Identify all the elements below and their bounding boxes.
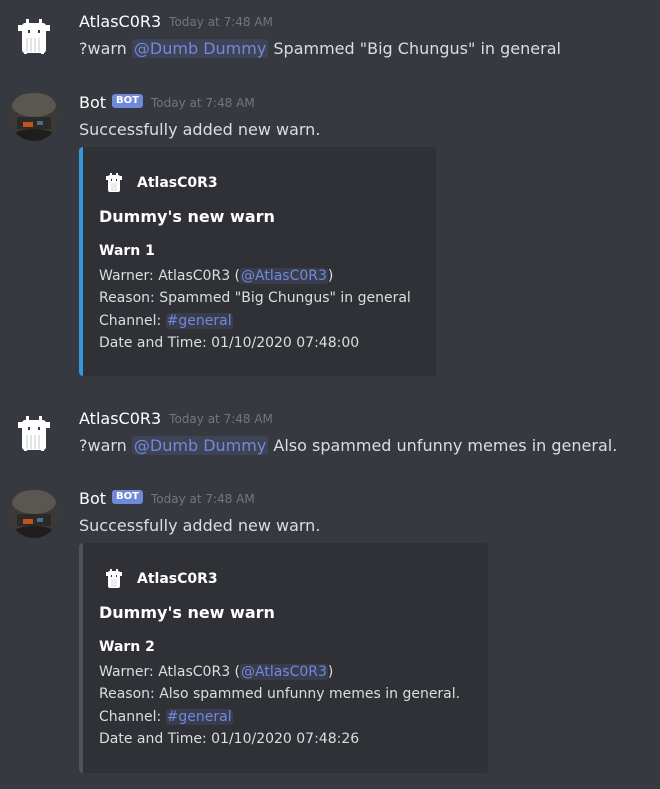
message-text: Successfully added new warn.	[79, 120, 321, 139]
timestamp: Today at 7:48 AM	[169, 411, 273, 426]
embed-title: Dummy's new warn	[99, 207, 275, 226]
channel-line: Channel: #general	[99, 310, 411, 332]
warner-close: )	[327, 664, 334, 680]
message-header: Bot BOT Today at 7:48 AM	[79, 488, 255, 510]
warner-mention[interactable]: @AtlasC0R3	[240, 268, 328, 284]
timestamp: Today at 7:48 AM	[169, 14, 273, 29]
channel-label: Channel:	[99, 708, 166, 725]
message-content: ?warn @Dumb Dummy Spammed "Big Chungus" …	[79, 38, 561, 60]
timestamp: Today at 7:48 AM	[151, 491, 255, 506]
trash-can-icon	[103, 567, 125, 591]
message-header: Bot BOT Today at 7:48 AM	[79, 92, 255, 114]
embed-author: AtlasC0R3	[103, 171, 218, 195]
embed-field-name: Warn 1	[99, 243, 155, 259]
embed-field-value: Warner: AtlasC0R3 (@AtlasC0R3) Reason: A…	[99, 661, 460, 751]
warner-line: Warner: AtlasC0R3 (@AtlasC0R3)	[99, 661, 460, 683]
reason-line: Reason: Also spammed unfunny memes in ge…	[99, 686, 461, 703]
trash-can-icon	[103, 171, 125, 195]
bot-tag: BOT	[112, 93, 143, 108]
user-mention[interactable]: @Dumb Dummy	[131, 39, 269, 58]
username[interactable]: Bot	[79, 489, 106, 508]
warner-close: )	[327, 268, 334, 284]
channel-mention[interactable]: #general	[165, 708, 233, 725]
datetime-line: Date and Time: 01/10/2020 07:48:00	[99, 335, 360, 352]
command-text: ?warn	[79, 436, 132, 455]
message-header: AtlasC0R3 Today at 7:48 AM	[79, 11, 273, 33]
username[interactable]: AtlasC0R3	[79, 409, 161, 428]
channel-line: Channel: #general	[99, 706, 460, 728]
message-content: ?warn @Dumb Dummy Also spammed unfunny m…	[79, 435, 617, 457]
bot-photo-avatar-icon[interactable]	[9, 488, 59, 538]
message-text: Successfully added new warn.	[79, 516, 321, 535]
message-header: AtlasC0R3 Today at 7:48 AM	[79, 408, 273, 430]
message-text: Spammed "Big Chungus" in general	[268, 39, 561, 58]
warn-embed: AtlasC0R3 Dummy's new warn Warn 1 Warner…	[79, 147, 436, 376]
user-mention[interactable]: @Dumb Dummy	[131, 436, 269, 455]
message-text: Also spammed unfunny memes in general.	[268, 436, 618, 455]
warn-embed: AtlasC0R3 Dummy's new warn Warn 2 Warner…	[79, 543, 488, 773]
bot-tag: BOT	[112, 489, 143, 504]
channel-mention[interactable]: #general	[165, 312, 233, 329]
datetime-line: Date and Time: 01/10/2020 07:48:26	[99, 731, 360, 748]
username[interactable]: AtlasC0R3	[79, 12, 161, 31]
message-content: Successfully added new warn.	[79, 515, 320, 537]
timestamp: Today at 7:48 AM	[151, 95, 255, 110]
warner-label: Warner: AtlasC0R3 (	[99, 268, 241, 284]
reason-line: Reason: Spammed "Big Chungus" in general	[99, 290, 411, 307]
trash-can-avatar-icon[interactable]	[9, 408, 59, 458]
trash-can-avatar-icon[interactable]	[9, 11, 59, 61]
embed-author-name[interactable]: AtlasC0R3	[137, 571, 218, 587]
channel-label: Channel:	[99, 312, 166, 329]
embed-author: AtlasC0R3	[103, 567, 218, 591]
command-text: ?warn	[79, 39, 132, 58]
warner-label: Warner: AtlasC0R3 (	[99, 664, 241, 680]
embed-field-value: Warner: AtlasC0R3 (@AtlasC0R3) Reason: S…	[99, 265, 411, 355]
message-content: Successfully added new warn.	[79, 119, 320, 141]
embed-title: Dummy's new warn	[99, 603, 275, 622]
bot-photo-avatar-icon[interactable]	[9, 91, 59, 141]
username[interactable]: Bot	[79, 93, 106, 112]
embed-field-name: Warn 2	[99, 639, 155, 655]
warner-mention[interactable]: @AtlasC0R3	[240, 664, 328, 680]
embed-author-name[interactable]: AtlasC0R3	[137, 175, 218, 191]
warner-line: Warner: AtlasC0R3 (@AtlasC0R3)	[99, 265, 411, 287]
